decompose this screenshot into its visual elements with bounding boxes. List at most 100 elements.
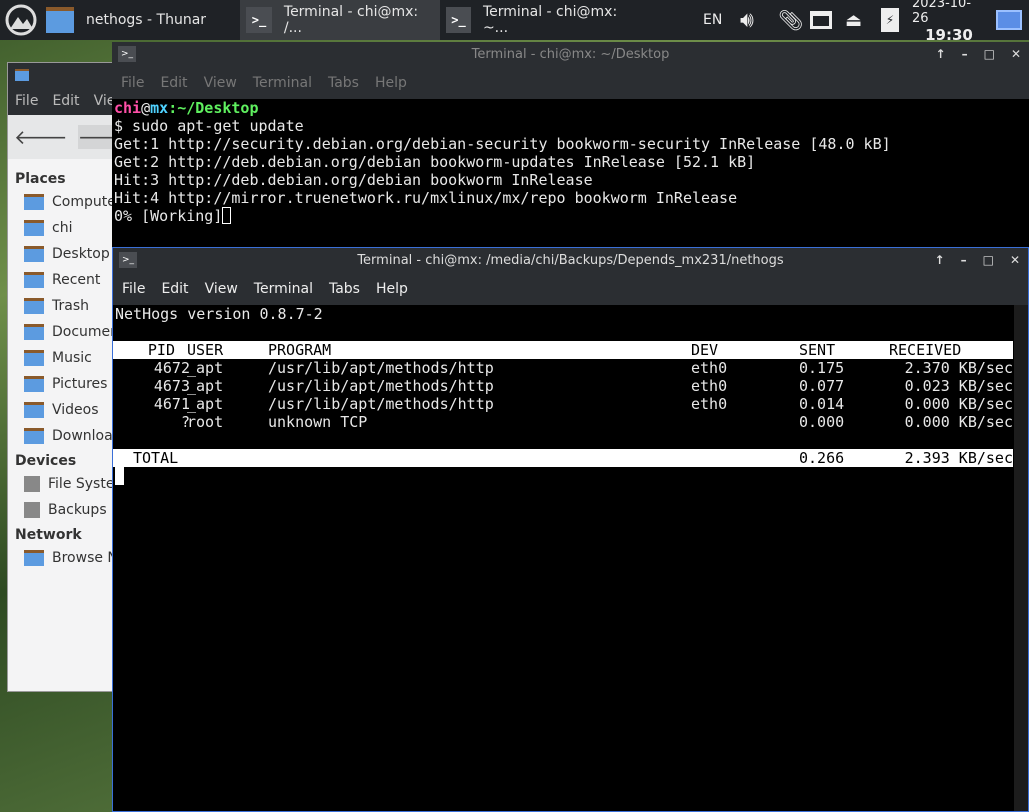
header-sent: SENT	[799, 341, 836, 359]
nethogs-output[interactable]: NetHogs version 0.8.7-2 PID USER PROGRAM DE…	[113, 305, 1028, 485]
back-icon[interactable]: 🡐	[14, 125, 68, 149]
battery-icon[interactable]: ⚡	[881, 0, 899, 40]
cell-sent: 0.014	[799, 395, 845, 413]
cell-user: _apt	[187, 359, 224, 377]
sidebar-item[interactable]: Browse Network	[8, 545, 166, 571]
cell-received: 2.370 KB/sec	[904, 359, 1013, 377]
drive-icon	[24, 476, 40, 492]
keep-above-button[interactable]: ↑	[936, 47, 946, 61]
menu-terminal[interactable]: Terminal	[254, 281, 313, 297]
header-received: RECEIVED	[889, 341, 962, 359]
menu-help[interactable]: Help	[375, 75, 407, 91]
menu-tabs[interactable]: Tabs	[328, 75, 359, 91]
table-header: PID USER PROGRAM DEV SENT RECEIVED	[113, 341, 1013, 359]
mx-menu-icon[interactable]	[4, 0, 38, 40]
minimize-button[interactable]: –	[961, 253, 967, 267]
sidebar-item[interactable]: chi	[8, 215, 112, 241]
thunar-titlebar	[8, 63, 112, 87]
menu-edit[interactable]: Edit	[161, 281, 188, 297]
sidebar: Places Computer chi Desktop Recent Trash Docum…	[8, 159, 166, 571]
maximize-button[interactable]: □	[983, 253, 994, 267]
sidebar-item[interactable]: File System	[8, 471, 128, 497]
total-row: TOTAL 0.266 2.393 KB/sec	[113, 449, 1013, 467]
menu-file[interactable]: File	[15, 93, 38, 109]
sidebar-item[interactable]: Videos	[8, 397, 112, 423]
keyboard-layout[interactable]: EN	[703, 0, 722, 40]
places-header: Places	[15, 171, 66, 187]
sidebar-item[interactable]: Downloads	[8, 423, 129, 449]
titlebar: >_ Terminal - chi@mx: ~/Desktop ↑ – □ ✕	[112, 42, 1029, 66]
folder-icon	[24, 376, 44, 392]
minimize-button[interactable]: –	[962, 47, 968, 61]
folder-icon	[24, 550, 44, 566]
version-line: NetHogs version 0.8.7-2	[115, 305, 323, 323]
output-line: Hit:4 http://mirror.truenetwork.ru/mxlin…	[114, 189, 738, 207]
cell-program: /usr/lib/apt/methods/http	[268, 359, 494, 377]
menu-edit[interactable]: Edit	[52, 93, 79, 109]
eject-icon[interactable]: ⏏	[845, 0, 862, 40]
taskbar-window-thunar[interactable]: nethogs - Thunar	[46, 0, 236, 40]
table-row: 4672 _apt/usr/lib/apt/methods/http eth0 0.1…	[113, 359, 1028, 377]
taskbar-window-terminal-1[interactable]: >_ Terminal - chi@mx: /...	[240, 0, 440, 40]
table-row: 4673 _apt/usr/lib/apt/methods/http eth0 0.0…	[113, 377, 1028, 395]
workspace-switcher[interactable]	[996, 0, 1022, 40]
cursor	[222, 207, 232, 224]
sidebar-item-label: chi	[52, 220, 73, 236]
sidebar-item[interactable]: Music	[8, 345, 112, 371]
cell-program: /usr/lib/apt/methods/http	[268, 395, 494, 413]
output-line: Hit:3 http://deb.debian.org/debian bookw…	[114, 171, 593, 189]
menu-view[interactable]: View	[205, 281, 238, 297]
terminal-icon: >_	[118, 46, 136, 62]
terminal-output[interactable]: chi@mx:~/Desktop $ sudo apt-get update G…	[112, 99, 1029, 225]
taskbar-window-terminal-2[interactable]: >_ Terminal - chi@mx: ~...	[440, 0, 640, 40]
cell-received: 0.000 KB/sec	[904, 413, 1013, 431]
cell-dev: eth0	[691, 395, 728, 413]
sidebar-item[interactable]: Desktop	[8, 241, 112, 267]
keep-above-button[interactable]: ↑	[935, 253, 945, 267]
sidebar-item[interactable]: Recent	[8, 267, 112, 293]
cell-received: 0.023 KB/sec	[904, 377, 1013, 395]
folder-icon	[24, 324, 44, 340]
menu-help[interactable]: Help	[376, 281, 408, 297]
folder-icon	[24, 272, 44, 288]
sidebar-item[interactable]: Documents	[8, 319, 132, 345]
sidebar-item[interactable]: Computer	[8, 189, 122, 215]
sidebar-item-label: Trash	[52, 298, 89, 314]
close-button[interactable]: ✕	[1010, 253, 1020, 267]
cell-user: _apt	[187, 377, 224, 395]
output-line: Get:2 http://deb.debian.org/debian bookw…	[114, 153, 756, 171]
cell-program: unknown TCP	[268, 413, 368, 431]
clipboard-icon[interactable]: 📎︎	[778, 0, 803, 40]
window-label: Terminal - chi@mx: /...	[283, 4, 419, 36]
devices-header: Devices	[15, 453, 77, 469]
cell-sent: 0.175	[799, 359, 845, 377]
sidebar-item[interactable]: Trash	[8, 293, 112, 319]
sidebar-item[interactable]: Backups	[8, 497, 112, 523]
volume-icon[interactable]: 🔊︎	[740, 0, 754, 40]
menubar: File Edit View Terminal Tabs Help	[112, 66, 1029, 99]
folder-icon	[24, 194, 44, 210]
maximize-button[interactable]: □	[984, 47, 995, 61]
cell-sent: 0.077	[799, 377, 845, 395]
close-button[interactable]: ✕	[1011, 47, 1021, 61]
menu-tabs[interactable]: Tabs	[329, 281, 360, 297]
prompt: chi@mx:~/Desktop	[114, 99, 259, 117]
thunar-toolbar: 🡐🡒🡑	[8, 115, 152, 159]
menu-view[interactable]: View	[204, 75, 237, 91]
window-title: Terminal - chi@mx: ~/Desktop	[471, 46, 670, 62]
cell-dev: eth0	[691, 377, 728, 395]
menu-edit[interactable]: Edit	[160, 75, 187, 91]
menu-file[interactable]: File	[121, 75, 144, 91]
folder-icon	[15, 69, 29, 81]
window-title: Terminal - chi@mx: /media/chi/Backups/De…	[357, 252, 784, 268]
output-line: 0% [Working]	[112, 207, 1029, 225]
table-row: ? root unknown TCP 0.000 0.000 KB/sec	[113, 413, 1028, 431]
sidebar-item-label: Music	[52, 350, 92, 366]
network-icon[interactable]	[810, 0, 832, 40]
clock[interactable]: 2023-10-26 19:30	[912, 0, 986, 44]
menu-file[interactable]: File	[122, 281, 145, 297]
menu-terminal[interactable]: Terminal	[253, 75, 312, 91]
folder-icon	[24, 220, 44, 236]
window-label: nethogs - Thunar	[86, 12, 207, 28]
sidebar-item[interactable]: Pictures	[8, 371, 112, 397]
